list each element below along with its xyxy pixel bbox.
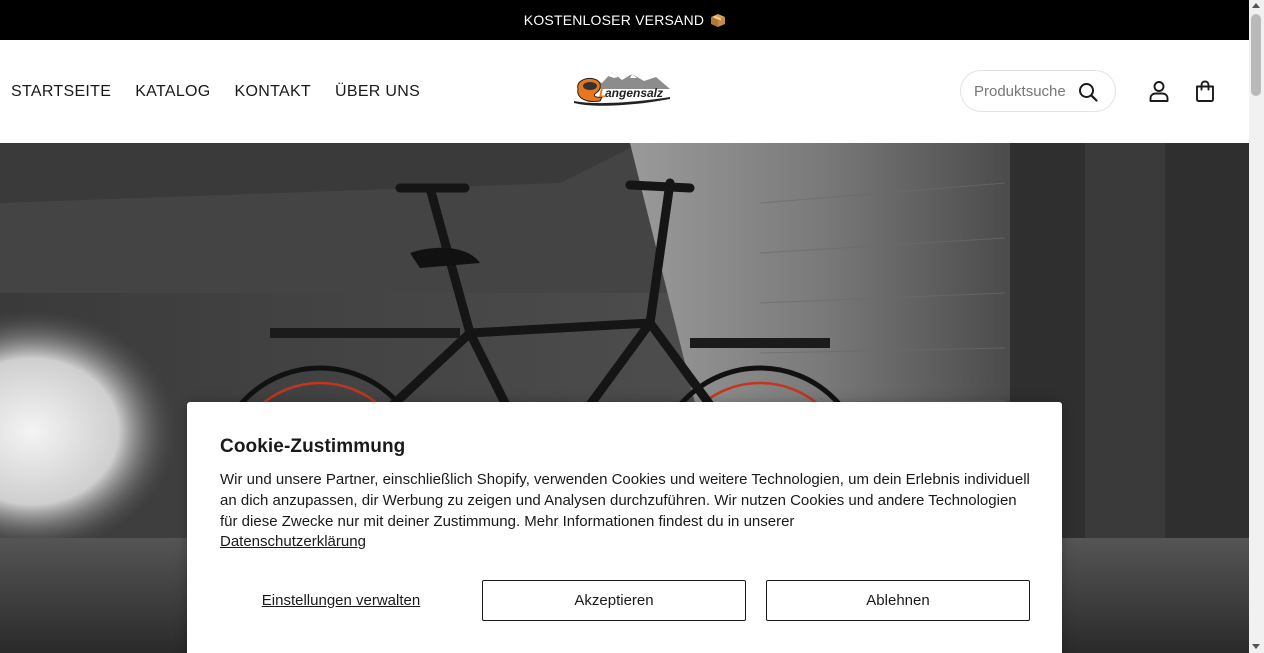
cookie-actions: Einstellungen verwalten Akzeptieren Able… [220,580,1030,621]
shopping-bag-icon[interactable] [1193,79,1217,103]
scrollbar-thumb[interactable] [1251,14,1261,96]
scroll-down-arrow-icon[interactable] [1252,644,1260,649]
page-scrollbar[interactable] [1249,0,1264,653]
cookie-body: Wir und unsere Partner, einschließlich S… [220,470,1030,553]
main-navigation: STARTSEITE KATALOG KONTAKT ÜBER UNS [11,40,420,143]
scroll-up-arrow-icon[interactable] [1252,3,1260,8]
search-box[interactable] [960,70,1116,112]
privacy-policy-link[interactable]: Datenschutzerklärung [220,532,366,553]
decline-button[interactable]: Ablehnen [766,580,1030,621]
announcement-text: KOSTENLOSER VERSAND [523,12,705,28]
site-header: STARTSEITE KATALOG KONTAKT ÜBER UNS ange… [0,40,1249,143]
manage-settings-button[interactable]: Einstellungen verwalten [220,580,462,621]
cookie-body-text: Wir und unsere Partner, einschließlich S… [220,471,1030,530]
search-icon[interactable] [1078,82,1098,102]
search-input[interactable] [974,82,1072,100]
nav-contact[interactable]: KONTAKT [235,83,311,101]
accept-button[interactable]: Akzeptieren [482,580,746,621]
cookie-title: Cookie-Zustimmung [220,436,406,457]
nav-catalog[interactable]: KATALOG [135,83,210,101]
svg-text:L: L [599,85,607,100]
user-icon[interactable] [1147,79,1171,103]
nav-about[interactable]: ÜBER UNS [335,83,420,101]
cookie-consent-dialog: Cookie-Zustimmung Wir und unsere Partner… [187,402,1062,653]
svg-text:angensalz: angensalz [605,86,663,100]
site-logo[interactable]: angensalz L [572,67,676,109]
package-icon [711,13,726,27]
announcement-bar: KOSTENLOSER VERSAND [0,0,1249,40]
nav-home[interactable]: STARTSEITE [11,83,111,101]
